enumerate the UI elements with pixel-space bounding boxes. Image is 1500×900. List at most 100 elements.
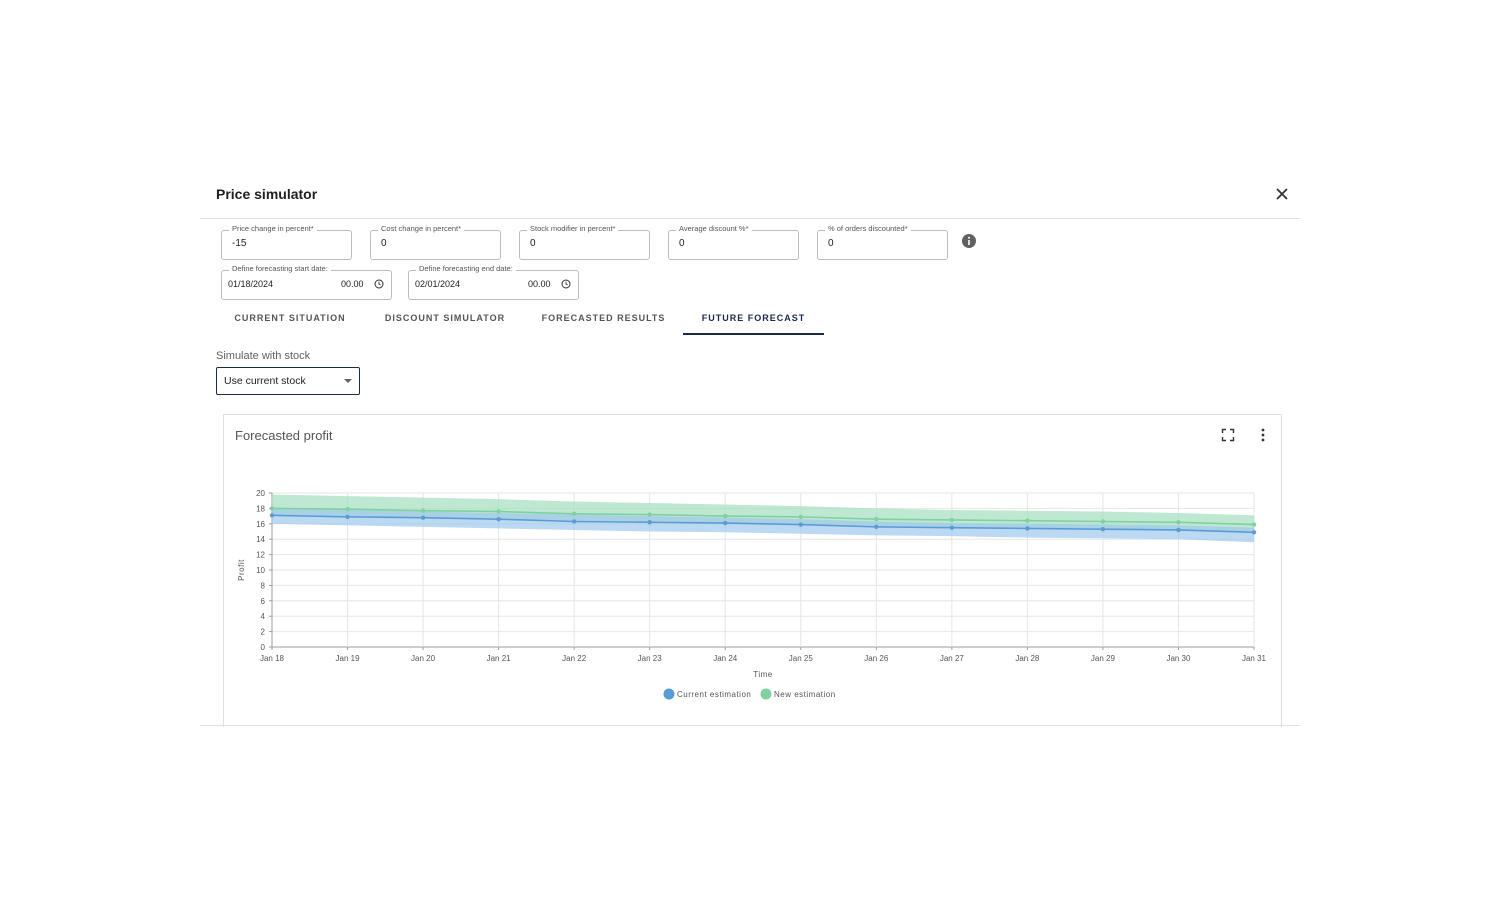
y-tick-label: 6: [261, 597, 266, 606]
stock-select-value: Use current stock: [224, 375, 306, 387]
new-estimation-point[interactable]: [1176, 520, 1181, 525]
fullscreen-icon[interactable]: [1221, 428, 1235, 442]
dialog-title: Price simulator: [216, 186, 318, 202]
forecast-chart: 0 2 4 6 8 10 12 14 16 18 20 Jan 18 Jan 19 Jan 20 Jan 2…: [237, 489, 1267, 700]
end-date-field[interactable]: Define forecasting end date: 02/01/2024 …: [408, 264, 579, 300]
x-tick-label: Jan 25: [789, 654, 814, 663]
current-estimation-point[interactable]: [420, 515, 426, 520]
start-date-label: Define forecasting start date:: [229, 264, 331, 273]
y-tick-label: 0: [261, 643, 266, 652]
current-estimation-point[interactable]: [269, 513, 275, 518]
caret-down-icon: [344, 379, 352, 383]
current-estimation-point[interactable]: [1251, 530, 1257, 535]
stock-select[interactable]: Use current stock: [216, 367, 360, 395]
stock-modifier-input[interactable]: [530, 238, 630, 249]
active-tab-indicator: [683, 333, 824, 335]
current-estimation-point[interactable]: [647, 520, 652, 525]
info-icon[interactable]: [961, 233, 977, 249]
stock-modifier-field: Stock modifier in percent*: [519, 224, 650, 260]
clock-icon[interactable]: [374, 279, 384, 289]
y-tick-label: 4: [261, 612, 266, 621]
start-time-value: 00.00: [341, 279, 364, 289]
orders-discounted-label: % of orders discounted*: [825, 224, 911, 233]
current-estimation-point[interactable]: [571, 519, 577, 524]
x-tick-label: Jan 26: [864, 654, 889, 663]
x-tick-label: Jan 21: [487, 654, 512, 663]
tab-forecasted-results[interactable]: FORECASTED RESULTS: [532, 305, 675, 335]
current-estimation-point[interactable]: [723, 520, 728, 526]
new-estimation-point[interactable]: [949, 517, 955, 523]
forecast-chart-card: 0 2 4 6 8 10 12 14 16 18 20 Jan 18 Jan 19 Jan 20 Jan 2…: [223, 414, 1282, 727]
new-estimation-point[interactable]: [1251, 522, 1257, 527]
x-tick-label: Jan 20: [411, 654, 436, 663]
current-estimation-point[interactable]: [798, 522, 803, 527]
current-estimation-point[interactable]: [949, 525, 955, 530]
price-change-input[interactable]: [232, 238, 332, 249]
stock-modifier-label: Stock modifier in percent*: [527, 224, 619, 233]
new-estimation-point[interactable]: [1025, 518, 1030, 523]
new-estimation-point[interactable]: [571, 511, 577, 516]
dialog-divider: [200, 725, 1300, 726]
start-date-value: 01/18/2024: [228, 279, 274, 289]
x-tick-label: Jan 24: [713, 654, 738, 663]
tab-current-situation[interactable]: CURRENT SITUATION: [216, 305, 364, 335]
x-tick-label: Jan 22: [562, 654, 587, 663]
stock-select-label: Simulate with stock: [216, 350, 311, 362]
orders-discounted-input[interactable]: [828, 238, 928, 249]
end-date-value: 02/01/2024: [415, 279, 461, 289]
y-tick-label: 2: [261, 628, 266, 637]
current-estimation-point[interactable]: [1100, 526, 1106, 532]
new-estimation-point[interactable]: [345, 506, 350, 512]
cost-change-label: Cost change in percent*: [378, 224, 465, 233]
legend-label[interactable]: Current estimation: [677, 690, 751, 699]
y-tick-label: 18: [256, 504, 265, 513]
current-estimation-point[interactable]: [1025, 526, 1030, 531]
start-date-field[interactable]: Define forecasting start date: 01/18/202…: [221, 264, 392, 300]
x-tick-label: Jan 29: [1091, 654, 1116, 663]
tab-discount-simulator[interactable]: DISCOUNT SIMULATOR: [374, 305, 516, 335]
current-estimation-point[interactable]: [874, 524, 879, 530]
chart-title: Forecasted profit: [235, 428, 333, 443]
cost-change-field: Cost change in percent*: [370, 224, 501, 260]
end-time-value: 00.00: [528, 279, 551, 289]
clock-icon[interactable]: [561, 279, 571, 289]
current-estimation-point[interactable]: [345, 514, 350, 520]
average-discount-input[interactable]: [679, 238, 779, 249]
dialog-header: Price simulator: [200, 172, 1300, 219]
new-estimation-point[interactable]: [269, 506, 275, 511]
orders-discounted-field: % of orders discounted*: [817, 224, 948, 260]
x-tick-label: Jan 30: [1166, 654, 1191, 663]
current-estimation-point[interactable]: [496, 516, 501, 522]
new-estimation-point[interactable]: [420, 508, 426, 513]
new-estimation-point[interactable]: [798, 514, 803, 520]
y-tick-label: 12: [256, 551, 265, 560]
x-tick-label: Jan 27: [940, 654, 965, 663]
y-tick-label: 8: [261, 581, 266, 590]
average-discount-field: Average discount %*: [668, 224, 799, 260]
average-discount-label: Average discount %*: [676, 224, 752, 233]
x-tick-label: Jan 19: [336, 654, 361, 663]
y-tick-label: 16: [256, 520, 265, 529]
new-estimation-point[interactable]: [647, 512, 652, 517]
price-change-field: Price change in percent*: [221, 224, 352, 260]
x-axis-title: Time: [753, 670, 773, 679]
new-estimation-point[interactable]: [1100, 519, 1106, 524]
x-tick-label: Jan 23: [638, 654, 663, 663]
x-tick-label: Jan 18: [260, 654, 285, 663]
current-estimation-point[interactable]: [1176, 527, 1181, 533]
legend-marker[interactable]: [663, 688, 675, 700]
close-icon[interactable]: [1272, 184, 1292, 204]
y-tick-label: 14: [256, 535, 265, 544]
tab-future-forecast[interactable]: FUTURE FORECAST: [683, 305, 824, 335]
new-estimation-point[interactable]: [496, 509, 501, 514]
tab-bar: CURRENT SITUATION DISCOUNT SIMULATOR FOR…: [216, 305, 1300, 337]
new-estimation-point[interactable]: [874, 516, 879, 522]
legend-marker[interactable]: [760, 688, 772, 700]
price-change-label: Price change in percent*: [229, 224, 317, 233]
y-axis-title: Profit: [237, 559, 246, 581]
more-vert-icon[interactable]: [1256, 427, 1270, 443]
cost-change-input[interactable]: [381, 238, 481, 249]
legend-label[interactable]: New estimation: [774, 690, 836, 699]
new-estimation-point[interactable]: [723, 513, 728, 519]
end-date-label: Define forecasting end date:: [416, 264, 516, 273]
